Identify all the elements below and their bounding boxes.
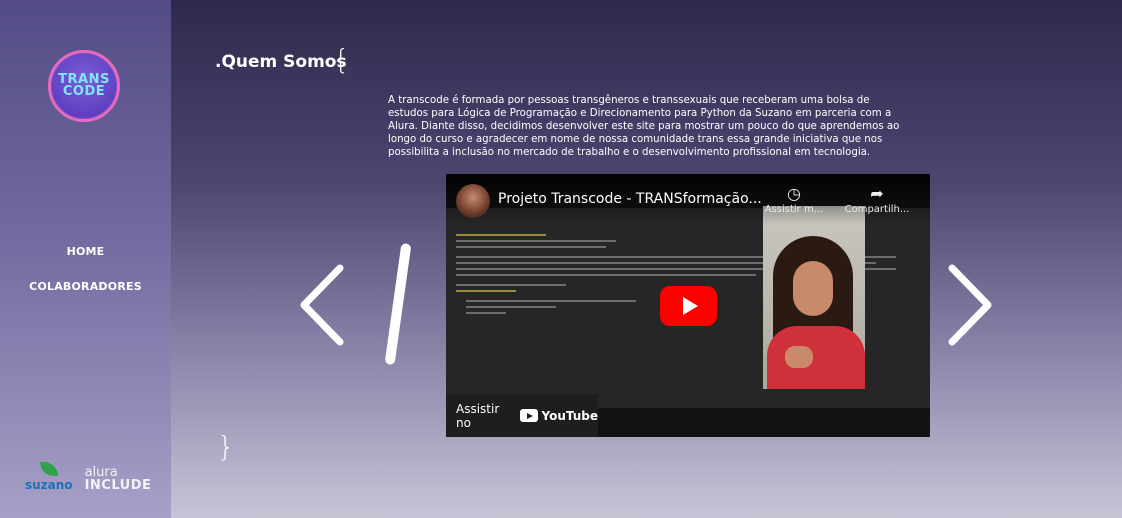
share-button[interactable]: ➦ Compartilh...	[842, 184, 912, 215]
suzano-label: suzano	[25, 478, 73, 492]
about-paragraph: A transcode é formada por pessoas transg…	[388, 95, 900, 158]
section-heading: .Quem Somos	[215, 52, 347, 72]
watch-on-label: Assistir no	[456, 401, 500, 430]
alura-include-logo: alura INCLUDE	[85, 466, 152, 492]
share-label: Compartilh...	[844, 204, 910, 215]
brace-open: {	[332, 43, 350, 76]
video-title[interactable]: Projeto Transcode - TRANSformação...	[498, 191, 762, 207]
video-player[interactable]: Projeto Transcode - TRANSformação... ◷ A…	[446, 174, 930, 437]
sponsor-logos: suzano alura INCLUDE	[25, 462, 151, 492]
watch-later-label: Assistir m...	[764, 204, 824, 215]
youtube-icon	[520, 409, 539, 422]
share-icon: ➦	[870, 184, 884, 203]
suzano-logo: suzano	[25, 462, 73, 492]
clock-icon: ◷	[787, 184, 801, 203]
youtube-logo: YouTube	[520, 409, 598, 423]
sidebar: TRANS CODE HOME COLABORADORES suzano alu…	[0, 0, 171, 518]
chevron-left-icon[interactable]	[296, 262, 346, 348]
chevron-right-icon[interactable]	[946, 262, 996, 348]
logo-line2: CODE	[62, 84, 106, 99]
watch-on-youtube-button[interactable]: Assistir no YouTube	[446, 394, 598, 437]
youtube-label: YouTube	[541, 408, 598, 423]
brace-close: }	[217, 430, 235, 463]
play-button[interactable]	[660, 286, 717, 326]
nav-colaboradores[interactable]: COLABORADORES	[0, 280, 171, 293]
play-icon	[682, 297, 698, 315]
include-label: INCLUDE	[84, 478, 152, 493]
slash-divider	[384, 242, 412, 366]
transcode-logo[interactable]: TRANS CODE	[48, 50, 120, 122]
nav-home[interactable]: HOME	[0, 245, 171, 258]
watch-later-button[interactable]: ◷ Assistir m...	[759, 184, 829, 215]
channel-avatar[interactable]	[456, 184, 490, 218]
suzano-leaf-icon	[39, 462, 58, 476]
video-webcam-frame	[763, 206, 865, 389]
